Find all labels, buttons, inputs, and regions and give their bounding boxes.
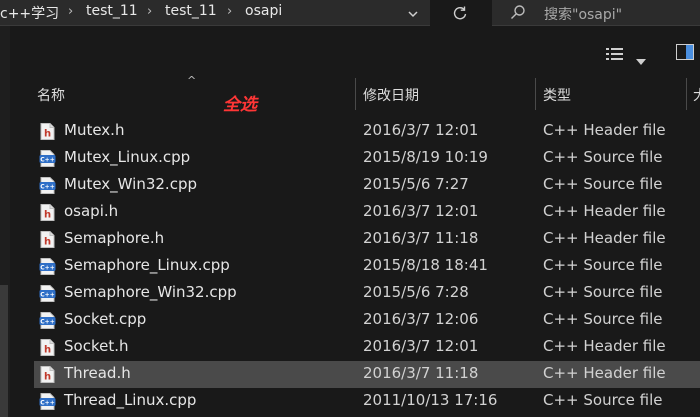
file-type: C++ Source file [543, 256, 663, 274]
column-divider[interactable] [686, 78, 687, 110]
sort-ascending-icon: ^ [187, 74, 197, 87]
cpp-file-icon: C++ [39, 285, 56, 302]
file-date-modified: 2011/10/13 17:16 [363, 391, 498, 409]
svg-text:h: h [44, 372, 51, 383]
file-row[interactable]: h Socket.h 2016/3/7 12:01 C++ Header fil… [34, 334, 700, 361]
column-header-name[interactable]: 名称 [37, 85, 65, 105]
file-date-modified: 2016/3/7 12:01 [363, 337, 479, 355]
file-type: C++ Source file [543, 148, 663, 166]
file-type: C++ Source file [543, 283, 663, 301]
column-header-row: ^ 名称 修改日期 类型 大 [0, 74, 700, 110]
svg-text:h: h [44, 345, 51, 356]
file-date-modified: 2016/3/7 11:18 [363, 364, 479, 382]
navigation-pane-scrollbar[interactable] [0, 285, 8, 417]
cpp-file-icon: C++ [39, 177, 56, 194]
file-date-modified: 2015/5/6 7:28 [363, 283, 469, 301]
column-divider[interactable] [535, 78, 536, 110]
select-all-annotation: 全选 [223, 95, 257, 115]
refresh-icon [453, 6, 467, 19]
file-date-modified: 2015/8/18 18:41 [363, 256, 488, 274]
file-row[interactable]: C++ Mutex_Linux.cpp 2015/8/19 10:19 C++ … [34, 145, 700, 172]
cpp-file-icon: C++ [39, 258, 56, 275]
file-type: C++ Header file [543, 337, 666, 355]
column-header-type[interactable]: 类型 [543, 85, 571, 105]
breadcrumb-test-11[interactable]: test_11 [86, 3, 138, 19]
breadcrumb-test-11-inner[interactable]: test_11 [165, 3, 217, 19]
file-date-modified: 2016/3/7 11:18 [363, 229, 479, 247]
svg-text:C++: C++ [40, 157, 54, 164]
cpp-file-icon: C++ [39, 393, 56, 410]
details-view-icon[interactable] [606, 46, 624, 65]
file-name: Semaphore_Linux.cpp [64, 256, 230, 274]
svg-text:h: h [44, 129, 51, 140]
breadcrumb-separator-icon[interactable]: › [68, 4, 73, 19]
header-file-icon: h [39, 204, 56, 221]
svg-text:C++: C++ [40, 265, 54, 272]
file-row[interactable]: C++ Mutex_Win32.cpp 2015/5/6 7:27 C++ So… [34, 172, 700, 199]
file-name: Socket.h [64, 337, 129, 355]
file-type: C++ Source file [543, 175, 663, 193]
file-name: Thread.h [64, 364, 131, 382]
refresh-button[interactable] [445, 0, 475, 25]
file-date-modified: 2016/3/7 12:06 [363, 310, 479, 328]
breadcrumb-cpp-study[interactable]: c++学习 [0, 3, 59, 23]
header-file-icon: h [39, 366, 56, 383]
svg-text:C++: C++ [40, 292, 54, 299]
column-divider[interactable] [355, 78, 356, 110]
file-explorer-window: c++学习 › test_11 › test_11 › osapi 搜索"osa… [0, 0, 700, 417]
file-name: Thread_Linux.cpp [64, 391, 197, 409]
file-name: Semaphore.h [64, 229, 165, 247]
file-row[interactable]: h Thread.h 2016/3/7 11:18 C++ Header fil… [34, 361, 700, 388]
column-header-size[interactable]: 大 [693, 85, 700, 105]
svg-text:h: h [44, 210, 51, 221]
header-file-icon: h [39, 231, 56, 248]
file-name: Semaphore_Win32.cpp [64, 283, 237, 301]
header-file-icon: h [39, 339, 56, 356]
file-date-modified: 2015/5/6 7:27 [363, 175, 469, 193]
search-icon [510, 4, 526, 24]
file-type: C++ Header file [543, 364, 666, 382]
breadcrumb-separator-icon[interactable]: › [227, 4, 232, 19]
column-header-date-modified[interactable]: 修改日期 [363, 85, 419, 105]
file-name: Mutex_Linux.cpp [64, 148, 191, 166]
file-name: Mutex.h [64, 121, 125, 139]
address-bar[interactable]: c++学习 › test_11 › test_11 › osapi [0, 0, 430, 26]
file-row[interactable]: h osapi.h 2016/3/7 12:01 C++ Header file [34, 199, 700, 226]
file-type: C++ Header file [543, 121, 666, 139]
header-file-icon: h [39, 123, 56, 140]
file-date-modified: 2016/3/7 12:01 [363, 121, 479, 139]
breadcrumb-osapi[interactable]: osapi [245, 3, 282, 19]
view-options-dropdown-icon[interactable] [636, 50, 646, 69]
search-input[interactable]: 搜索"osapi" [544, 4, 622, 24]
svg-text:h: h [44, 237, 51, 248]
file-row[interactable]: h Mutex.h 2016/3/7 12:01 C++ Header file [34, 118, 700, 145]
file-type: C++ Header file [543, 202, 666, 220]
file-name: Socket.cpp [64, 310, 147, 328]
file-row[interactable]: C++ Semaphore_Win32.cpp 2015/5/6 7:28 C+… [34, 280, 700, 307]
preview-pane-icon[interactable] [676, 44, 694, 64]
cpp-file-icon: C++ [39, 150, 56, 167]
file-date-modified: 2016/3/7 12:01 [363, 202, 479, 220]
file-name: Mutex_Win32.cpp [64, 175, 197, 193]
cpp-file-icon: C++ [39, 312, 56, 329]
svg-text:C++: C++ [40, 400, 54, 407]
svg-text:C++: C++ [40, 184, 54, 191]
file-row[interactable]: h Semaphore.h 2016/3/7 11:18 C++ Header … [34, 226, 700, 253]
file-row[interactable]: C++ Thread_Linux.cpp 2011/10/13 17:16 C+… [34, 388, 700, 415]
file-type: C++ Source file [543, 310, 663, 328]
file-type: C++ Header file [543, 229, 666, 247]
file-type: C++ Source file [543, 391, 663, 409]
file-row[interactable]: C++ Socket.cpp 2016/3/7 12:06 C++ Source… [34, 307, 700, 334]
search-box[interactable]: 搜索"osapi" [492, 0, 700, 26]
breadcrumb-separator-icon[interactable]: › [147, 4, 152, 19]
file-date-modified: 2015/8/19 10:19 [363, 148, 488, 166]
file-row[interactable]: C++ Semaphore_Linux.cpp 2015/8/18 18:41 … [34, 253, 700, 280]
chevron-down-icon[interactable] [407, 5, 419, 24]
svg-text:C++: C++ [40, 319, 54, 326]
file-name: osapi.h [64, 202, 119, 220]
